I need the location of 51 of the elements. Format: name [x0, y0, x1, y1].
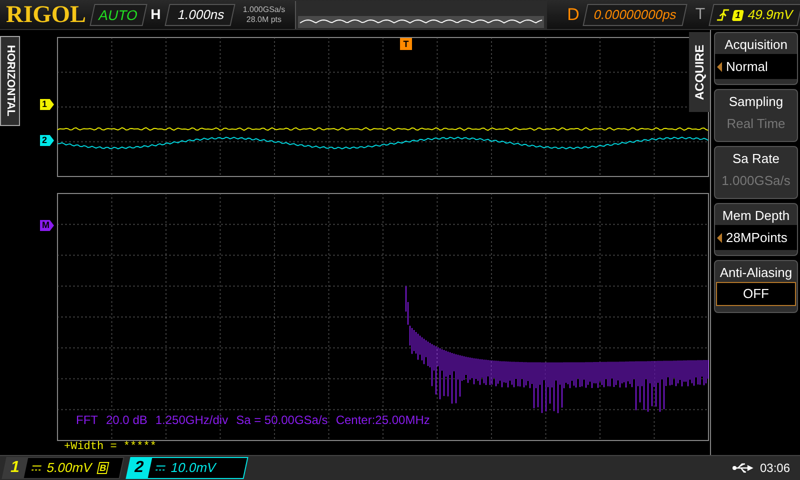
horizontal-tab[interactable]: HORIZONTAL: [0, 36, 20, 126]
fft-info: Center:25.00MHz: [336, 412, 430, 429]
channel-marker[interactable]: 1: [40, 99, 54, 110]
brand-logo: RIGOL: [6, 0, 86, 30]
fft-info: FFT: [76, 412, 98, 429]
channel-tab[interactable]: 2 10.0mV: [126, 457, 248, 479]
menu-label: Acquisition: [724, 36, 788, 54]
menu-value: Normal: [726, 58, 768, 76]
menu-button[interactable]: Anti-Aliasing OFF: [714, 260, 798, 313]
bandwidth-limit-badge: B: [96, 462, 110, 474]
left-arrow-icon: [717, 62, 722, 72]
trigger-level: 49.9mV: [746, 6, 796, 24]
left-arrow-icon: [717, 232, 722, 242]
measurement-readout: +Width = *****: [64, 440, 156, 455]
channel-tab[interactable]: 1 5.00mV B: [2, 457, 124, 479]
trigger-source-badge: 1: [732, 9, 744, 20]
menu-label: Sa Rate: [732, 150, 780, 168]
horizontal-label: H: [150, 5, 161, 24]
channel-scale: 5.00mV: [44, 459, 94, 478]
run-status: AUTO: [90, 4, 147, 26]
menu-label: Mem Depth: [722, 207, 790, 225]
sample-rate: 1.000GSa/s: [242, 4, 286, 14]
usb-icon: [732, 463, 754, 473]
menu-label: Anti-Aliasing: [720, 264, 792, 282]
trigger-label: T: [695, 4, 706, 24]
menu-value[interactable]: OFF: [716, 282, 796, 306]
channel-marker[interactable]: 2: [40, 135, 54, 146]
rising-edge-icon: [716, 8, 730, 20]
fft-info: 20.0 dB: [106, 412, 148, 429]
menu-value: 1.000GSa/s: [722, 172, 790, 190]
trigger-position-marker[interactable]: T: [400, 38, 412, 50]
menu-title: ACQUIRE: [689, 32, 710, 112]
menu-button[interactable]: Acquisition Normal: [714, 32, 798, 85]
delay-value: 0.00000000ps: [583, 4, 688, 26]
channel-marker[interactable]: M: [40, 220, 54, 231]
fft-info: Sa = 50.00GSa/s: [236, 412, 328, 429]
menu-value: Real Time: [726, 115, 786, 133]
clock-time: 03:06: [760, 460, 790, 477]
menu-button[interactable]: Sampling Real Time: [714, 89, 798, 142]
dc-coupling-icon: [31, 465, 42, 471]
dc-coupling-icon: [155, 465, 166, 471]
menu-label: Sampling: [728, 93, 784, 111]
timebase-value: 1.000ns: [164, 4, 236, 26]
channel-scale: 10.0mV: [168, 459, 218, 478]
menu-button[interactable]: Mem Depth 28MPoints: [714, 203, 798, 256]
delay-label: D: [567, 4, 580, 26]
menu-button[interactable]: Sa Rate 1.000GSa/s: [714, 146, 798, 199]
fft-info: 1.250GHz/div: [155, 412, 228, 429]
memory-depth: 28.0M pts: [246, 14, 282, 24]
trigger-settings[interactable]: 1 49.9mV: [708, 4, 800, 26]
menu-value: 28MPoints: [726, 228, 788, 247]
